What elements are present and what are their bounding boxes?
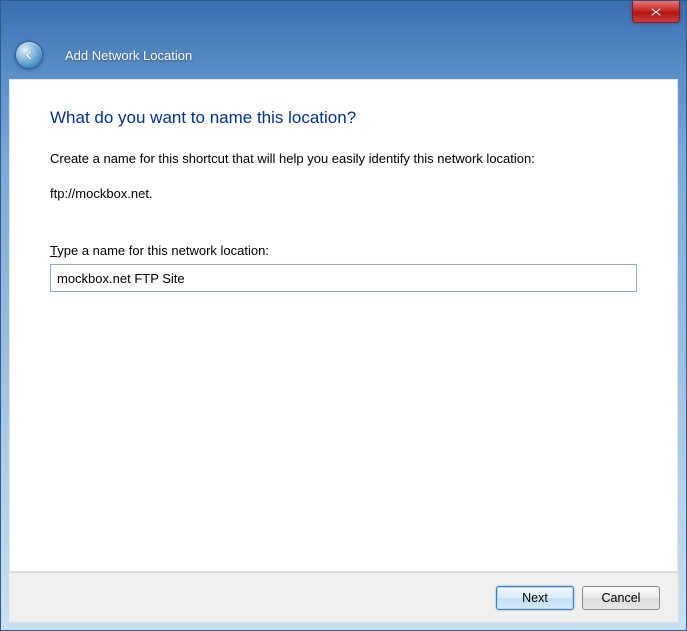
wizard-footer: Next Cancel: [9, 572, 678, 622]
instruction-text: Create a name for this shortcut that wil…: [50, 150, 637, 168]
close-button[interactable]: [632, 1, 680, 23]
arrow-left-icon: [22, 48, 36, 62]
location-url: ftp://mockbox.net.: [50, 186, 637, 201]
back-button[interactable]: [15, 41, 43, 69]
titlebar: [1, 1, 686, 31]
wizard-header: Add Network Location: [1, 31, 686, 79]
wizard-window: Add Network Location What do you want to…: [0, 0, 687, 631]
name-field-label: Type a name for this network location:: [50, 243, 637, 258]
close-icon: [650, 7, 662, 17]
next-button[interactable]: Next: [496, 586, 574, 610]
page-heading: What do you want to name this location?: [50, 108, 637, 128]
content-body: What do you want to name this location? …: [10, 80, 677, 571]
content-panel: What do you want to name this location? …: [9, 79, 678, 572]
wizard-title: Add Network Location: [65, 48, 192, 63]
cancel-button[interactable]: Cancel: [582, 586, 660, 610]
name-input[interactable]: [50, 264, 637, 292]
